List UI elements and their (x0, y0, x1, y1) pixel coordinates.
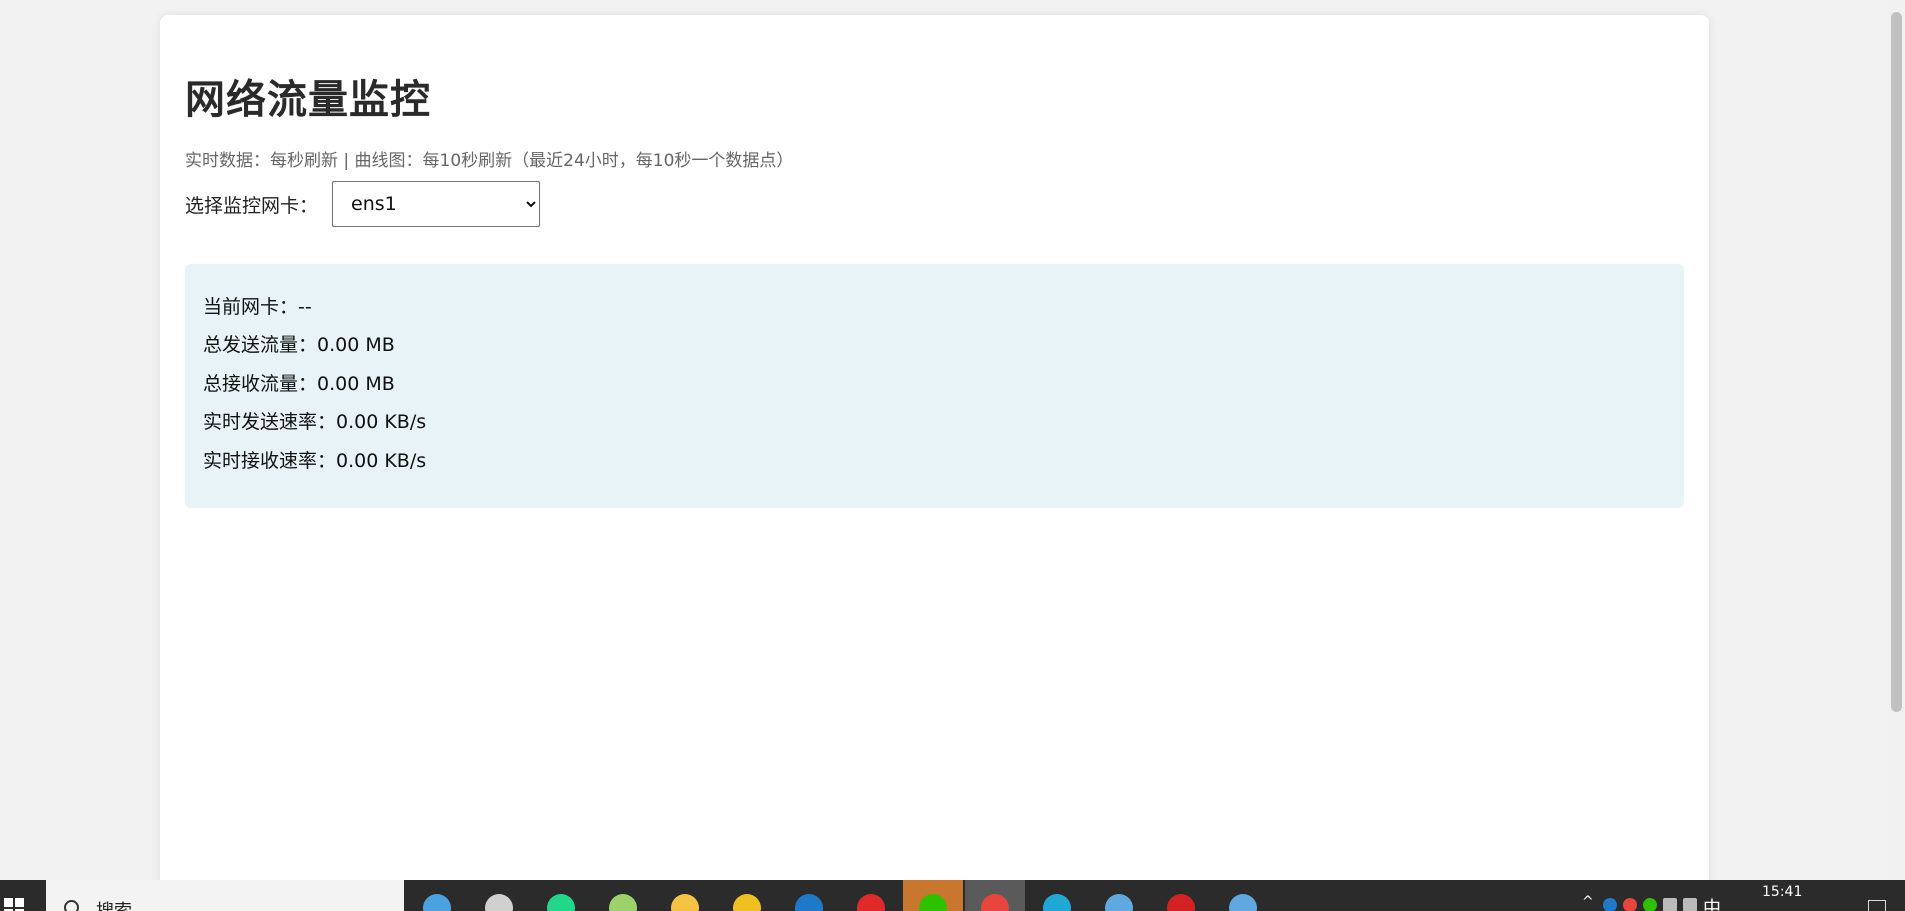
k-app-icon (795, 894, 823, 911)
chrome-app-button[interactable] (965, 880, 1025, 911)
chrome-tray-icon[interactable] (1623, 898, 1637, 911)
clock[interactable]: 15:41 (1762, 884, 1802, 900)
pycharm-app-button[interactable] (531, 880, 591, 911)
current-nic-stat: 当前网卡：-- (203, 296, 312, 318)
file-explorer-icon (671, 894, 699, 911)
main-card: 网络流量监控 实时数据：每秒刷新 | 曲线图：每10秒刷新（最近24小时，每10… (160, 15, 1709, 911)
volume-icon[interactable] (1663, 898, 1677, 911)
terminal-app-button[interactable] (469, 880, 529, 911)
notification-icon[interactable] (1868, 900, 1886, 911)
nic-selector-row: 选择监控网卡： ens1 (185, 181, 541, 227)
remote-desktop-icon (1105, 894, 1133, 911)
pycharm-app-icon (547, 894, 575, 911)
editor-app-button[interactable] (593, 880, 653, 911)
k-app-button[interactable] (779, 880, 839, 911)
k-tray-icon[interactable] (1603, 898, 1617, 911)
system-tray: ^ 中 15:41 (1485, 880, 1905, 911)
wps-app-icon (857, 894, 885, 911)
send-rate-stat: 实时发送速率：0.00 KB/s (203, 411, 427, 433)
pdf-app-button[interactable] (1151, 880, 1211, 911)
remote-desktop-button[interactable] (1089, 880, 1149, 911)
file-explorer-button[interactable] (655, 880, 715, 911)
total-received-stat: 总接收流量：0.00 MB (203, 373, 395, 395)
ime-indicator[interactable]: 中 (1703, 894, 1721, 911)
taskbar: 搜索 ^ 中 15:41 (0, 880, 1905, 911)
bt-app-button[interactable] (717, 880, 777, 911)
receive-rate-stat: 实时接收速率：0.00 KB/s (203, 450, 427, 472)
pdf-app-icon (1167, 894, 1195, 911)
start-button[interactable] (0, 880, 44, 911)
wechat-tray-icon[interactable] (1643, 898, 1657, 911)
page-scrollbar[interactable] (1888, 0, 1905, 880)
wifi-icon[interactable] (1683, 898, 1697, 911)
nic-select[interactable]: ens1 (332, 181, 541, 227)
bt-app-icon (733, 894, 761, 911)
network-app-button[interactable] (1213, 880, 1273, 911)
lock-app-button[interactable] (407, 880, 467, 911)
terminal-app-icon (485, 894, 513, 911)
windows-icon (4, 898, 24, 911)
stats-panel: 当前网卡：-- 总发送流量：0.00 MB 总接收流量：0.00 MB 实时发送… (185, 264, 1684, 508)
edge-app-icon (1043, 894, 1071, 911)
lock-app-icon (423, 894, 451, 911)
network-app-icon (1229, 894, 1257, 911)
total-sent-stat: 总发送流量：0.00 MB (203, 334, 395, 356)
page-title: 网络流量监控 (185, 77, 431, 123)
search-icon (64, 900, 79, 911)
edge-app-button[interactable] (1027, 880, 1087, 911)
editor-app-icon (609, 894, 637, 911)
search-placeholder: 搜索 (96, 897, 132, 911)
nic-select-label: 选择监控网卡： (185, 194, 319, 217)
scrollbar-thumb[interactable] (1891, 12, 1902, 712)
taskbar-search[interactable]: 搜索 (46, 880, 404, 911)
chevron-up-icon[interactable]: ^ (1582, 894, 1594, 910)
wechat-app-icon (919, 894, 947, 911)
chrome-app-icon (981, 894, 1009, 911)
refresh-info: 实时数据：每秒刷新 | 曲线图：每10秒刷新（最近24小时，每10秒一个数据点） (185, 151, 794, 171)
wps-app-button[interactable] (841, 880, 901, 911)
wechat-app-button[interactable] (903, 880, 963, 911)
